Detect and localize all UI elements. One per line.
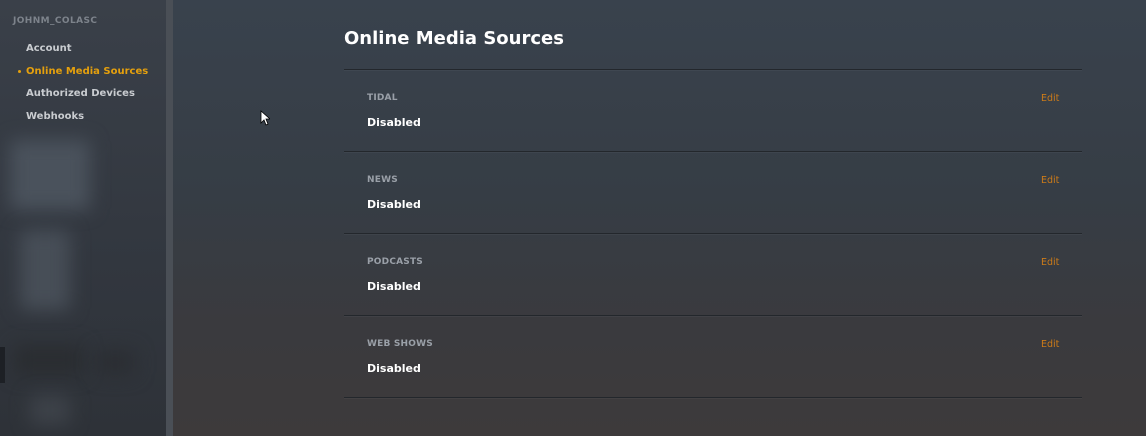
sidebar-scrollbar[interactable] [166,0,173,436]
sidebar: JOHNM_COLASC Account Online Media Source… [0,0,166,436]
page-title: Online Media Sources [344,28,564,49]
section-label-podcasts: PODCASTS [367,257,423,267]
section-label-web-shows: WEB SHOWS [367,339,433,349]
sidebar-item-account[interactable]: Account [26,43,71,54]
section-status-podcasts: Disabled [367,280,421,293]
divider [344,69,1082,70]
sidebar-item-online-media-sources[interactable]: Online Media Sources [26,66,148,77]
divider [344,315,1082,316]
blurred-background [20,230,70,310]
section-status-tidal: Disabled [367,116,421,129]
edit-podcasts-link[interactable]: Edit [1041,257,1059,268]
sidebar-edge-marker [0,347,5,383]
mouse-cursor-icon [260,110,270,126]
section-label-news: NEWS [367,175,398,185]
blurred-background [95,350,135,375]
section-status-web-shows: Disabled [367,362,421,375]
section-status-news: Disabled [367,198,421,211]
section-label-tidal: TIDAL [367,93,398,103]
edit-tidal-link[interactable]: Edit [1041,93,1059,104]
sidebar-item-webhooks[interactable]: Webhooks [26,111,84,122]
active-indicator [18,70,21,73]
sidebar-username: JOHNM_COLASC [13,16,98,26]
divider [344,233,1082,234]
blurred-background [10,140,90,210]
divider [344,151,1082,152]
divider [344,397,1082,398]
edit-web-shows-link[interactable]: Edit [1041,339,1059,350]
blurred-background [30,395,70,425]
sidebar-item-authorized-devices[interactable]: Authorized Devices [26,88,135,99]
blurred-background [14,345,84,375]
edit-news-link[interactable]: Edit [1041,175,1059,186]
